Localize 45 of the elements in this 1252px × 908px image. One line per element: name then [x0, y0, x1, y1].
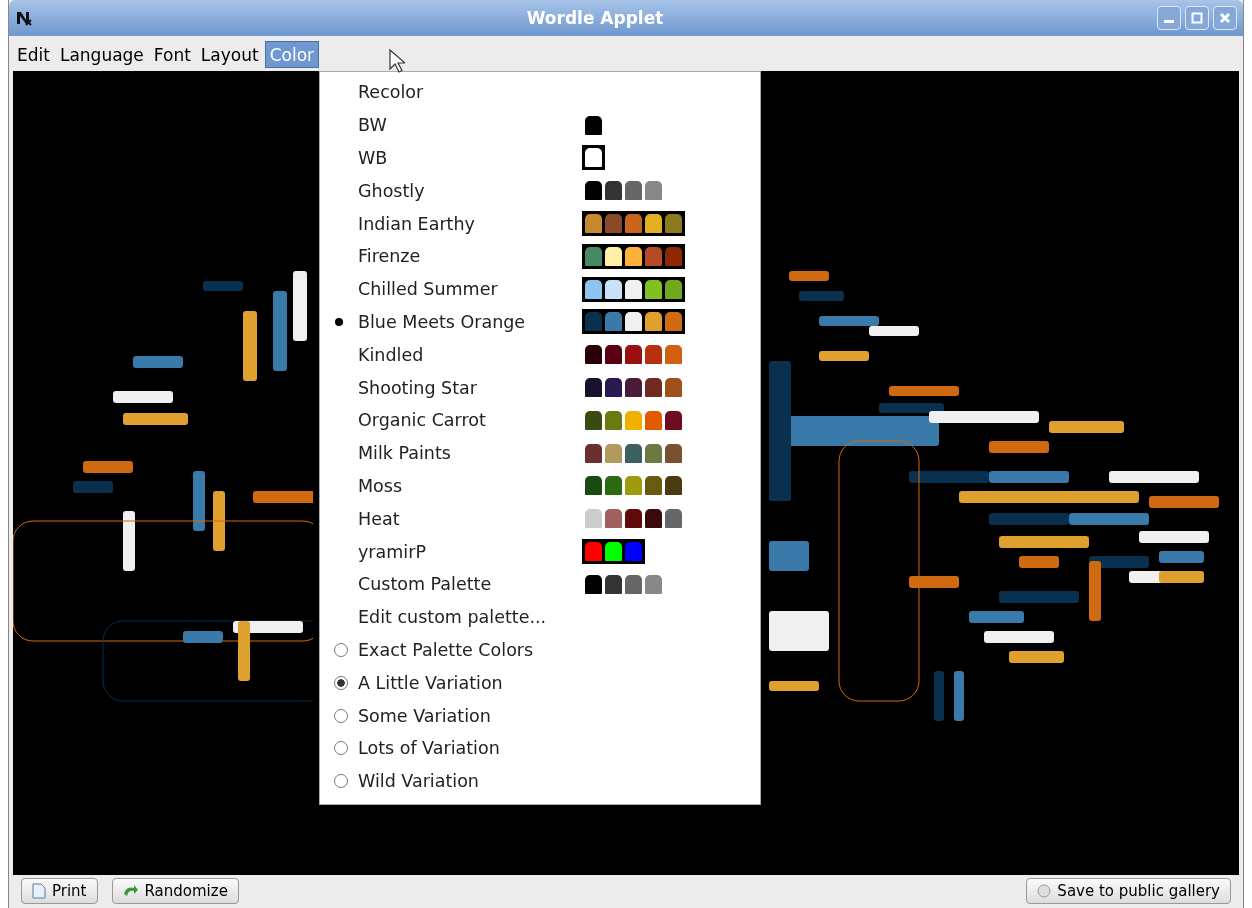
menu-item[interactable]: Indian Earthy: [358, 213, 582, 234]
menu-item[interactable]: Font: [149, 41, 195, 68]
menu-item[interactable]: Language: [55, 41, 148, 68]
document-icon: [32, 883, 46, 899]
app-logo-icon: [15, 9, 33, 27]
menu-item[interactable]: Custom Palette: [358, 574, 582, 595]
toolbar-button[interactable]: Save to public gallery: [1026, 878, 1231, 904]
toolbar-button[interactable]: Randomize: [111, 878, 239, 904]
radio-button[interactable]: [334, 675, 348, 690]
arrow-icon: [122, 884, 139, 898]
radio-label: Lots of Variation: [358, 738, 501, 759]
menu-item[interactable]: Kindled: [358, 344, 582, 365]
window-title: Wordle Applet: [525, 8, 665, 28]
menu-item[interactable]: yramirP: [358, 541, 582, 562]
radio-button[interactable]: [334, 642, 348, 657]
menu-item[interactable]: Edit custom palette...: [358, 607, 582, 628]
disk-icon: [1037, 884, 1052, 898]
maximize-icon: [1190, 11, 1204, 25]
radio-button[interactable]: [334, 708, 348, 723]
close-icon: [1218, 11, 1232, 25]
menu-item[interactable]: Recolor: [358, 82, 582, 103]
radio-label: A Little Variation: [358, 672, 504, 693]
menu-item[interactable]: Organic Carrot: [358, 410, 582, 431]
radio-button[interactable]: [334, 741, 348, 756]
menu-item[interactable]: Moss: [358, 475, 582, 496]
menu-item[interactable]: Chilled Summer: [358, 279, 582, 300]
menu-item[interactable]: Edit: [13, 41, 54, 68]
menu-item[interactable]: BW: [358, 115, 582, 136]
menu-item[interactable]: Blue Meets Orange: [358, 311, 582, 332]
minimize-icon: [1164, 19, 1174, 23]
radio-button[interactable]: [334, 774, 348, 789]
menu-item[interactable]: Layout: [196, 41, 263, 68]
radio-label: Some Variation: [358, 705, 492, 726]
minimize-button[interactable]: [1157, 6, 1181, 30]
close-button[interactable]: [1213, 6, 1237, 30]
toolbar-button[interactable]: Print: [21, 878, 98, 904]
maximize-button[interactable]: [1185, 6, 1209, 30]
menu-item[interactable]: Milk Paints: [358, 443, 582, 464]
menu-item[interactable]: Firenze: [358, 246, 582, 267]
radio-label: Wild Variation: [358, 771, 480, 792]
radio-label: Exact Palette Colors: [358, 639, 535, 660]
menu-item[interactable]: Heat: [358, 508, 582, 529]
menu-item[interactable]: WB: [358, 148, 582, 168]
menu-item[interactable]: Ghostly: [358, 180, 582, 201]
menu-item[interactable]: Shooting Star: [358, 377, 582, 398]
